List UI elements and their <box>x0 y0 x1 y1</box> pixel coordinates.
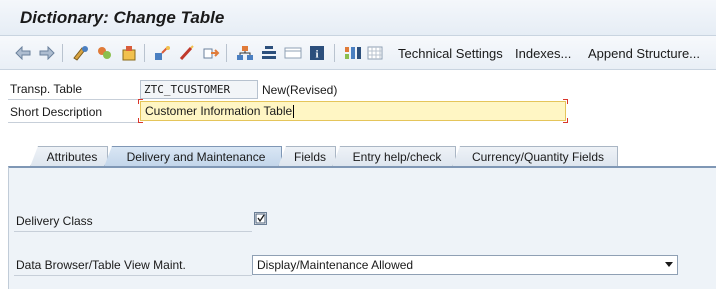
input-help-icon <box>255 213 266 224</box>
data-browser-label: Data Browser/Table View Maint. <box>16 258 186 272</box>
indexes-button[interactable]: Indexes... <box>515 46 571 61</box>
activate-icon[interactable] <box>120 44 138 62</box>
delivery-class-label: Delivery Class <box>16 214 93 228</box>
tab-delivery-and-maintenance[interactable]: Delivery and Maintenance <box>104 146 282 167</box>
short-description-value: Customer Information Table <box>145 104 293 118</box>
label-underline <box>14 275 252 276</box>
other-object-icon[interactable] <box>72 44 90 62</box>
application-toolbar: i Technical Settings Indexes... Append S… <box>0 36 716 70</box>
label-underline <box>8 99 140 100</box>
hierarchy-icon[interactable] <box>236 44 254 62</box>
back-arrow-icon[interactable] <box>14 44 32 62</box>
required-corner-marker <box>138 99 143 104</box>
table-status: New(Revised) <box>262 83 338 97</box>
graphic-icon[interactable] <box>284 44 302 62</box>
label-underline <box>8 122 140 123</box>
chevron-down-icon[interactable] <box>665 262 673 267</box>
delivery-class-field[interactable] <box>254 212 267 225</box>
table-contents-icon[interactable] <box>344 44 362 62</box>
structure-icon[interactable] <box>260 44 278 62</box>
data-browser-value: Display/Maintenance Allowed <box>257 258 414 272</box>
tab-strip: Attributes Delivery and Maintenance Fiel… <box>8 146 716 167</box>
tab-fields[interactable]: Fields <box>278 146 336 167</box>
transp-table-label: Transp. Table <box>10 82 83 96</box>
required-corner-marker <box>563 99 568 104</box>
svg-text:i: i <box>315 49 318 61</box>
data-browser-dropdown[interactable]: Display/Maintenance Allowed <box>252 255 678 275</box>
required-corner-marker <box>138 118 143 123</box>
where-used-icon[interactable] <box>154 44 172 62</box>
forward-arrow-icon[interactable] <box>38 44 56 62</box>
display-change-icon[interactable] <box>96 44 114 62</box>
sap-window: Dictionary: Change Table i Technical Set… <box>0 0 716 289</box>
tab-currency-quantity-fields[interactable]: Currency/Quantity Fields <box>452 146 618 167</box>
toolbar-separator <box>226 44 227 62</box>
window-title: Dictionary: Change Table <box>20 8 225 27</box>
text-cursor <box>293 105 295 119</box>
title-bar: Dictionary: Change Table <box>0 0 716 36</box>
toolbar-separator <box>334 44 335 62</box>
info-icon[interactable]: i <box>308 44 326 62</box>
short-description-label: Short Description <box>10 105 103 119</box>
technical-settings-button[interactable]: Technical Settings <box>398 46 503 61</box>
transp-table-field: ZTC_TCUSTOMER <box>140 80 258 99</box>
grid-icon[interactable] <box>366 44 384 62</box>
short-description-input[interactable]: Customer Information Table <box>140 101 566 121</box>
tab-attributes[interactable]: Attributes <box>30 146 108 167</box>
toolbar-separator <box>62 44 63 62</box>
object-list-icon[interactable] <box>178 44 196 62</box>
navigation-window-icon[interactable] <box>202 44 220 62</box>
append-structure-button[interactable]: Append Structure... <box>588 46 700 61</box>
tab-entry-help-check[interactable]: Entry help/check <box>332 146 456 167</box>
toolbar-separator <box>144 44 145 62</box>
label-underline <box>14 231 252 232</box>
required-corner-marker <box>563 118 568 123</box>
